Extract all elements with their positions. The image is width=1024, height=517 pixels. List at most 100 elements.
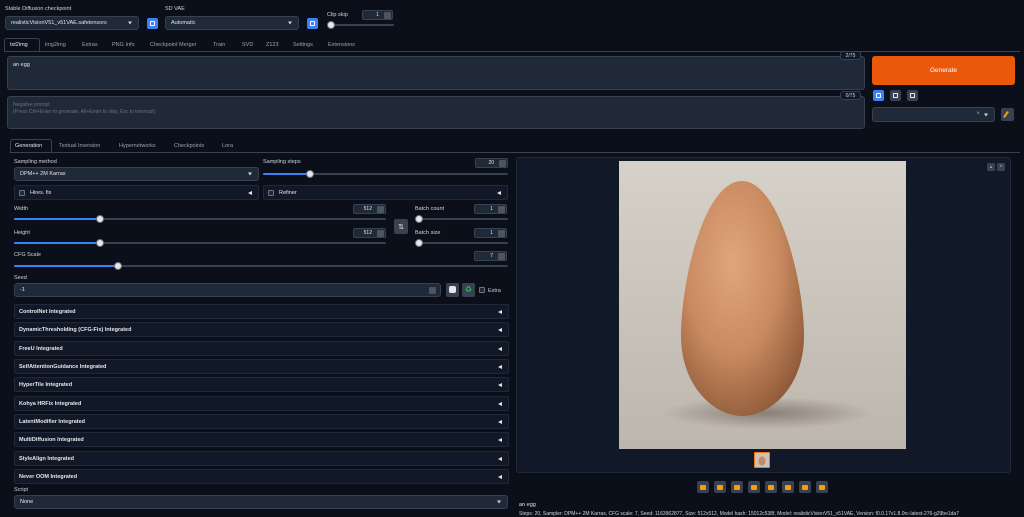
cfg-scale-slider[interactable] — [14, 262, 508, 270]
accordion-controlnet[interactable]: ControlNet Integrated — [14, 304, 509, 319]
gallery-thumbnail[interactable] — [754, 452, 770, 468]
send-to-img2img-button[interactable] — [748, 481, 760, 493]
height-thumb[interactable] — [95, 239, 104, 247]
tab-checkpoint-merger[interactable]: Checkpoint Merger — [150, 42, 196, 48]
tab-extensions[interactable]: Extensions — [328, 42, 355, 48]
reset-icon[interactable] — [429, 287, 436, 294]
read-params-button[interactable] — [873, 90, 884, 101]
fullscreen-button[interactable]: ▴ — [987, 163, 995, 171]
recycle-icon: ♻ — [464, 285, 473, 294]
batch-size-thumb[interactable] — [415, 239, 423, 247]
clear-icon[interactable]: × — [976, 111, 980, 117]
batch-count-slider[interactable] — [415, 215, 508, 223]
hires-fix-panel[interactable]: Hires. fix — [14, 185, 259, 200]
tab-png-info[interactable]: PNG Info — [112, 42, 135, 48]
collapse-arrow-icon — [497, 190, 501, 195]
dice-icon — [449, 286, 456, 293]
refresh-checkpoint-button[interactable] — [147, 18, 158, 29]
reset-icon[interactable] — [384, 12, 391, 19]
batch-size-input[interactable]: 1 — [474, 228, 507, 238]
send-to-inpaint-button[interactable] — [765, 481, 777, 493]
batch-count-thumb[interactable] — [415, 215, 423, 223]
clip-skip-thumb[interactable] — [327, 21, 335, 29]
reuse-seed-button[interactable]: ♻ — [462, 283, 475, 297]
accordion-stylealign[interactable]: StyleAlign Integrated — [14, 451, 509, 466]
generate-button[interactable]: Generate — [872, 56, 1015, 85]
extra-seed-checkbox[interactable] — [479, 287, 485, 293]
edit-styles-button[interactable] — [1001, 108, 1014, 121]
subtab-checkpoints[interactable]: Checkpoints — [174, 143, 204, 149]
prompt-input[interactable]: an egg — [7, 56, 865, 90]
subtab-lora[interactable]: Lora — [222, 143, 233, 149]
sampling-method-select[interactable]: DPM++ 2M Karras — [14, 167, 259, 181]
reset-icon[interactable] — [499, 160, 506, 167]
sampling-steps-input[interactable]: 20 — [475, 158, 508, 168]
height-slider[interactable] — [14, 239, 386, 247]
save-button[interactable] — [714, 481, 726, 493]
negative-prompt-input[interactable]: Negative prompt (Press Ctrl+Enter to gen… — [7, 96, 865, 129]
checkpoint-select[interactable]: realisticVisionV51_v51VAE.safetensors — [5, 16, 139, 30]
seed-label: Seed — [14, 275, 27, 281]
subtab-textual-inversion[interactable]: Textual Inversion — [59, 143, 100, 149]
height-input[interactable]: 512 — [353, 228, 386, 238]
close-image-button[interactable]: × — [997, 163, 1005, 171]
reset-icon[interactable] — [377, 230, 384, 237]
refresh-icon — [310, 21, 315, 26]
expand-icon: ▴ — [989, 164, 993, 170]
vae-select[interactable]: Automatic — [165, 16, 299, 30]
clip-skip-input[interactable]: 1 — [362, 10, 393, 20]
tab-svd[interactable]: SVD — [242, 42, 253, 48]
refiner-checkbox[interactable] — [268, 190, 274, 196]
pencil-icon — [1003, 111, 1009, 118]
zip-button[interactable] — [731, 481, 743, 493]
tab-train[interactable]: Train — [213, 42, 225, 48]
reset-icon[interactable] — [498, 206, 505, 213]
clip-skip-slider[interactable] — [327, 21, 394, 29]
swap-dimensions-button[interactable]: ⇅ — [394, 219, 408, 234]
subtab-generation[interactable]: Generation — [15, 143, 42, 149]
sampling-steps-thumb[interactable] — [305, 170, 314, 178]
open-folder-button[interactable] — [697, 481, 709, 493]
width-thumb[interactable] — [95, 215, 104, 223]
tab-img2img[interactable]: img2img — [45, 42, 66, 48]
clipboard-button[interactable] — [907, 90, 918, 101]
refiner-panel[interactable]: Refiner — [263, 185, 508, 200]
accordion-hypertile[interactable]: HyperTile Integrated — [14, 377, 509, 392]
seed-input[interactable]: -1 — [14, 283, 441, 297]
send-to-svd-button[interactable] — [799, 481, 811, 493]
accordion-multidiffusion[interactable]: MultiDiffusion Integrated — [14, 432, 509, 447]
tab-txt2img[interactable]: txt2img — [10, 42, 28, 48]
tab-extras[interactable]: Extras — [82, 42, 98, 48]
accordion-kohya-hrfix[interactable]: Kohya HRFix Integrated — [14, 396, 509, 411]
folder-icon — [700, 484, 706, 490]
styles-select[interactable]: × — [872, 107, 995, 122]
tab-z123[interactable]: Z123 — [266, 42, 279, 48]
tab-settings[interactable]: Settings — [293, 42, 313, 48]
width-slider[interactable] — [14, 215, 386, 223]
refresh-vae-button[interactable] — [307, 18, 318, 29]
reset-icon[interactable] — [498, 230, 505, 237]
accordion-freeu[interactable]: FreeU Integrated — [14, 341, 509, 356]
trash-button[interactable] — [890, 90, 901, 101]
batch-size-slider[interactable] — [415, 239, 508, 247]
subtab-hypernetworks[interactable]: Hypernetworks — [119, 143, 156, 149]
chevron-down-icon — [288, 21, 292, 25]
accordion-never-oom[interactable]: Never OOM Integrated — [14, 469, 509, 484]
batch-count-input[interactable]: 1 — [474, 204, 507, 214]
accordion-self-attention-guidance[interactable]: SelfAttentionGuidance Integrated — [14, 359, 509, 374]
hires-fix-checkbox[interactable] — [19, 190, 25, 196]
random-seed-button[interactable] — [446, 283, 459, 297]
accordion-latent-modifier[interactable]: LatentModifier Integrated — [14, 414, 509, 429]
ruler-icon — [785, 484, 791, 490]
reset-icon[interactable] — [377, 206, 384, 213]
cfg-scale-input[interactable]: 7 — [474, 251, 507, 261]
cfg-scale-thumb[interactable] — [113, 262, 122, 270]
generated-image[interactable] — [619, 161, 906, 449]
script-select[interactable]: None — [14, 495, 508, 509]
reset-icon[interactable] — [498, 253, 505, 260]
accordion-dynamic-thresholding[interactable]: DynamicThresholding (CFG-Fix) Integrated — [14, 322, 509, 337]
sampling-steps-slider[interactable] — [263, 170, 508, 178]
width-input[interactable]: 512 — [353, 204, 386, 214]
send-to-extras-button[interactable] — [782, 481, 794, 493]
upscale-button[interactable] — [816, 481, 828, 493]
